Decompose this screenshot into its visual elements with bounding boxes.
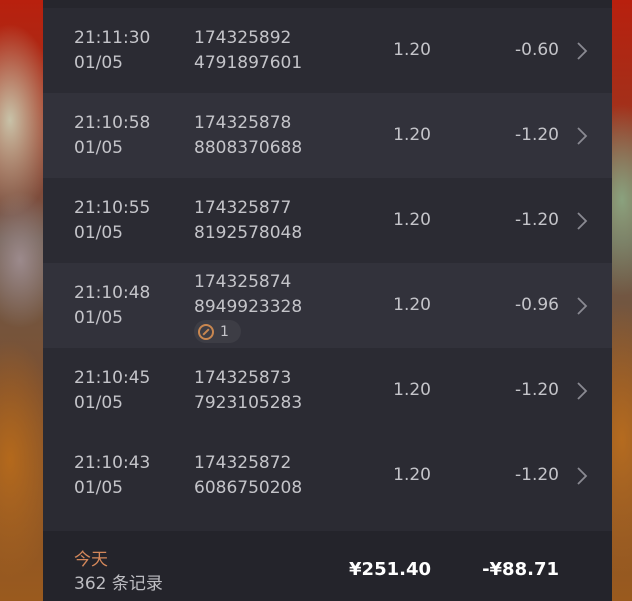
refund-value: -1.20 [515,465,559,485]
amount-value: 1.20 [393,465,431,485]
top-divider [43,0,612,8]
order-number: 174325878 8808370688 [194,111,302,161]
order-number-line2: 8949923328 [194,297,303,317]
transaction-time: 21:10:45 01/05 [74,366,150,416]
date-value: 01/05 [74,53,123,73]
order-number-line1: 174325872 [194,453,292,473]
chevron-right-icon[interactable] [576,41,588,61]
time-value: 21:10:45 [74,368,151,388]
total-amount: ¥251.40 [349,559,431,580]
time-value: 21:10:43 [74,453,151,473]
transaction-time: 21:10:48 01/05 [74,281,150,331]
amount-value: 1.20 [393,295,431,315]
transaction-row[interactable]: 21:11:30 01/05 174325892 4791897601 1.20… [43,8,612,93]
order-number-line2: 8808370688 [194,138,303,158]
order-number: 174325874 8949923328 [194,270,302,320]
refund-value: -0.96 [515,295,559,315]
transaction-time: 21:11:30 01/05 [74,26,150,76]
amount-value: 1.20 [393,125,431,145]
date-value: 01/05 [74,138,123,158]
date-value: 01/05 [74,308,123,328]
link-icon [198,323,214,340]
chevron-right-icon[interactable] [576,381,588,401]
transaction-time: 21:10:58 01/05 [74,111,150,161]
date-value: 01/05 [74,223,123,243]
refund-value: -0.60 [515,40,559,60]
transaction-row[interactable]: 21:10:48 01/05 174325874 8949923328 1 1.… [43,263,612,348]
order-number: 174325892 4791897601 [194,26,302,76]
summary-footer: 今天 362 条记录 ¥251.40 -¥88.71 [43,531,612,601]
order-number-line1: 174325878 [194,113,292,133]
transaction-row[interactable]: 21:10:45 01/05 174325873 7923105283 1.20… [43,348,612,433]
order-number: 174325872 6086750208 [194,451,302,501]
transaction-list-panel: 21:11:30 01/05 174325892 4791897601 1.20… [43,0,612,601]
order-number-line1: 174325877 [194,198,292,218]
transaction-time: 21:10:55 01/05 [74,196,150,246]
chevron-right-icon[interactable] [576,296,588,316]
refund-value: -1.20 [515,210,559,230]
order-number-line2: 7923105283 [194,393,303,413]
transaction-row[interactable]: 21:10:58 01/05 174325878 8808370688 1.20… [43,93,612,178]
amount-value: 1.20 [393,210,431,230]
time-value: 21:10:58 [74,113,151,133]
amount-value: 1.20 [393,380,431,400]
total-refund: -¥88.71 [482,559,559,580]
transaction-row[interactable]: 21:10:43 01/05 174325872 6086750208 1.20… [43,433,612,518]
chevron-right-icon[interactable] [576,211,588,231]
time-value: 21:11:30 [74,28,151,48]
order-number-line2: 8192578048 [194,223,303,243]
order-number: 174325873 7923105283 [194,366,302,416]
badge-count: 1 [220,323,229,340]
date-value: 01/05 [74,478,123,498]
transaction-row[interactable]: 21:10:55 01/05 174325877 8192578048 1.20… [43,178,612,263]
order-number-line2: 4791897601 [194,53,303,73]
time-value: 21:10:48 [74,283,151,303]
order-number-line1: 174325873 [194,368,292,388]
refund-value: -1.20 [515,380,559,400]
order-number-line1: 174325892 [194,28,292,48]
record-count: 362 条记录 [74,574,163,594]
linked-count-badge[interactable]: 1 [194,320,241,343]
transaction-time: 21:10:43 01/05 [74,451,150,501]
order-number: 174325877 8192578048 [194,196,302,246]
date-value: 01/05 [74,393,123,413]
chevron-right-icon[interactable] [576,126,588,146]
amount-value: 1.20 [393,40,431,60]
time-value: 21:10:55 [74,198,151,218]
today-label: 今天 [74,550,108,570]
order-number-line2: 6086750208 [194,478,303,498]
refund-value: -1.20 [515,125,559,145]
chevron-right-icon[interactable] [576,466,588,486]
order-number-line1: 174325874 [194,272,292,292]
